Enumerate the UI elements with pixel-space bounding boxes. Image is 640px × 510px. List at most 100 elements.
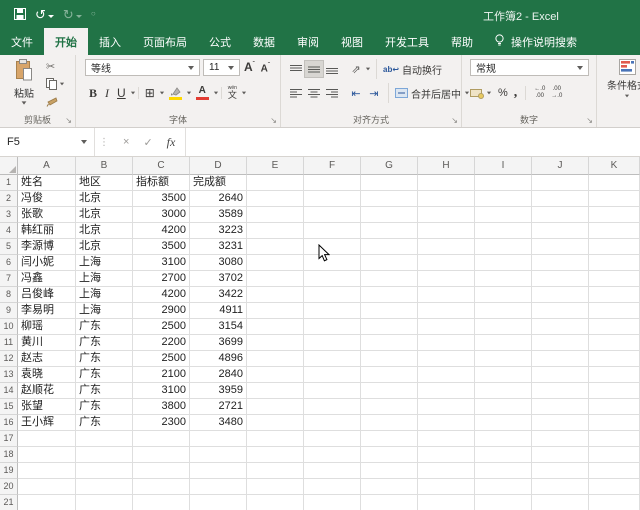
cell-D16[interactable]: 3480	[190, 415, 247, 431]
cell-G3[interactable]	[361, 207, 418, 223]
cell-J16[interactable]	[532, 415, 589, 431]
underline-button[interactable]: U	[113, 84, 130, 102]
column-header-I[interactable]: I	[475, 157, 532, 175]
cell-A3[interactable]: 张歌	[18, 207, 76, 223]
comma-style-button[interactable]: ,	[514, 85, 518, 101]
cell-F16[interactable]	[304, 415, 361, 431]
font-name-select[interactable]: 等线	[85, 59, 200, 76]
cell-J21[interactable]	[532, 495, 589, 510]
cell-C10[interactable]: 2500	[133, 319, 190, 335]
percent-style-button[interactable]: %	[498, 87, 508, 99]
column-header-G[interactable]: G	[361, 157, 418, 175]
cell-C8[interactable]: 4200	[133, 287, 190, 303]
cell-H20[interactable]	[418, 479, 475, 495]
name-box-dropdown-icon[interactable]	[81, 140, 87, 144]
underline-dropdown-icon[interactable]	[130, 91, 135, 95]
tab-formulas[interactable]: 公式	[198, 28, 242, 55]
cell-D8[interactable]: 3422	[190, 287, 247, 303]
cell-D15[interactable]: 2721	[190, 399, 247, 415]
row-header-2[interactable]: 2	[0, 191, 18, 207]
cell-D5[interactable]: 3231	[190, 239, 247, 255]
cell-B6[interactable]: 上海	[76, 255, 133, 271]
column-header-E[interactable]: E	[247, 157, 304, 175]
cell-H16[interactable]	[418, 415, 475, 431]
cell-I13[interactable]	[475, 367, 532, 383]
cell-J4[interactable]	[532, 223, 589, 239]
cell-H11[interactable]	[418, 335, 475, 351]
cell-G14[interactable]	[361, 383, 418, 399]
cell-I7[interactable]	[475, 271, 532, 287]
cancel-icon[interactable]: ×	[123, 136, 129, 148]
cell-F18[interactable]	[304, 447, 361, 463]
cell-A13[interactable]: 袁晓	[18, 367, 76, 383]
column-header-D[interactable]: D	[190, 157, 247, 175]
row-header-11[interactable]: 11	[0, 335, 18, 351]
cell-K16[interactable]	[589, 415, 640, 431]
cell-B19[interactable]	[76, 463, 133, 479]
number-format-select[interactable]: 常规	[470, 59, 589, 76]
cell-K11[interactable]	[589, 335, 640, 351]
cell-H1[interactable]	[418, 175, 475, 191]
cell-B5[interactable]: 北京	[76, 239, 133, 255]
merge-center-button[interactable]: 合并后居中	[388, 83, 470, 103]
row-header-8[interactable]: 8	[0, 287, 18, 303]
cell-A10[interactable]: 柳瑶	[18, 319, 76, 335]
tab-page-layout[interactable]: 页面布局	[132, 28, 198, 55]
insert-function-button[interactable]: fx	[167, 135, 176, 150]
cell-C20[interactable]	[133, 479, 190, 495]
cell-D9[interactable]: 4911	[190, 303, 247, 319]
cell-E13[interactable]	[247, 367, 304, 383]
cell-A7[interactable]: 冯鑫	[18, 271, 76, 287]
copy-button[interactable]	[46, 78, 65, 90]
cell-B7[interactable]: 上海	[76, 271, 133, 287]
cell-G7[interactable]	[361, 271, 418, 287]
paste-button[interactable]: 粘贴	[7, 59, 41, 105]
cell-E4[interactable]	[247, 223, 304, 239]
undo-button[interactable]: ↺	[35, 8, 54, 21]
cell-A5[interactable]: 李源博	[18, 239, 76, 255]
align-left-button[interactable]	[287, 85, 305, 101]
cell-F6[interactable]	[304, 255, 361, 271]
cell-G20[interactable]	[361, 479, 418, 495]
cell-J18[interactable]	[532, 447, 589, 463]
cell-D2[interactable]: 2640	[190, 191, 247, 207]
cell-H19[interactable]	[418, 463, 475, 479]
cell-J9[interactable]	[532, 303, 589, 319]
cell-D6[interactable]: 3080	[190, 255, 247, 271]
cell-I11[interactable]	[475, 335, 532, 351]
font-name-dropdown-icon[interactable]	[188, 65, 194, 70]
cell-E1[interactable]	[247, 175, 304, 191]
cell-J17[interactable]	[532, 431, 589, 447]
cell-A20[interactable]	[18, 479, 76, 495]
cell-F7[interactable]	[304, 271, 361, 287]
font-size-dropdown-icon[interactable]	[228, 65, 234, 70]
cell-K18[interactable]	[589, 447, 640, 463]
cell-K14[interactable]	[589, 383, 640, 399]
cell-H15[interactable]	[418, 399, 475, 415]
cell-I5[interactable]	[475, 239, 532, 255]
row-header-3[interactable]: 3	[0, 207, 18, 223]
cell-D11[interactable]: 3699	[190, 335, 247, 351]
accounting-dropdown-icon[interactable]	[486, 91, 492, 95]
cell-F15[interactable]	[304, 399, 361, 415]
cell-I20[interactable]	[475, 479, 532, 495]
row-header-5[interactable]: 5	[0, 239, 18, 255]
cell-F10[interactable]	[304, 319, 361, 335]
cell-I18[interactable]	[475, 447, 532, 463]
cell-D12[interactable]: 4896	[190, 351, 247, 367]
cell-H6[interactable]	[418, 255, 475, 271]
cell-J11[interactable]	[532, 335, 589, 351]
cell-B4[interactable]: 北京	[76, 223, 133, 239]
decrease-font-size-button[interactable]: Aˇ	[261, 63, 270, 74]
cell-C11[interactable]: 2200	[133, 335, 190, 351]
cell-G16[interactable]	[361, 415, 418, 431]
paste-dropdown-icon[interactable]	[21, 101, 27, 105]
cell-C14[interactable]: 3100	[133, 383, 190, 399]
orientation-dropdown-icon[interactable]	[365, 67, 371, 71]
cell-E8[interactable]	[247, 287, 304, 303]
cell-J14[interactable]	[532, 383, 589, 399]
cell-C1[interactable]: 指标额	[133, 175, 190, 191]
font-dialog-launcher-icon[interactable]: ↘	[270, 117, 277, 125]
cell-G18[interactable]	[361, 447, 418, 463]
format-painter-button[interactable]	[46, 95, 58, 107]
